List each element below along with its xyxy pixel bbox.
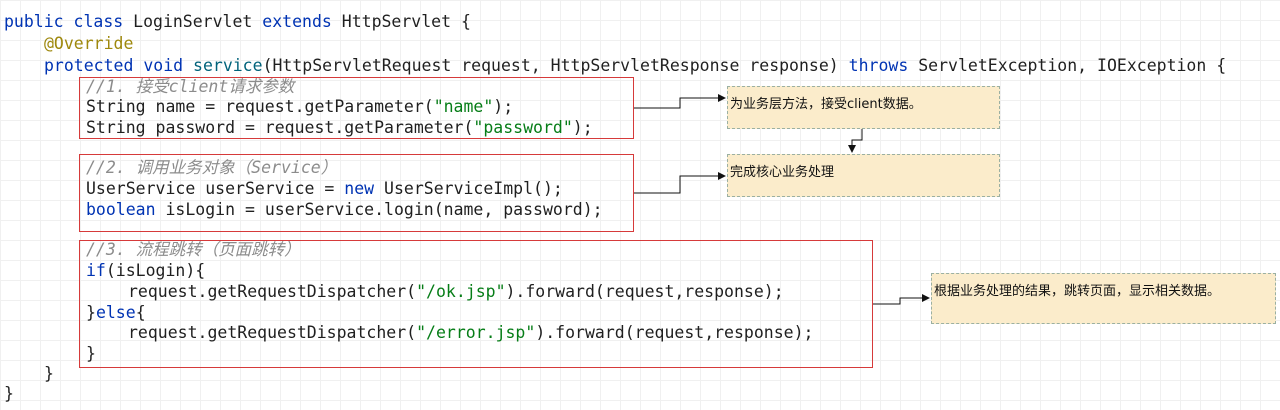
arrow-box1-to-note1 <box>634 94 726 109</box>
connector-arrows <box>634 94 930 305</box>
arrow-box3-to-note3 <box>873 294 930 305</box>
arrow-box2-to-note2 <box>634 172 726 194</box>
arrow-note1-to-note2 <box>848 129 863 153</box>
